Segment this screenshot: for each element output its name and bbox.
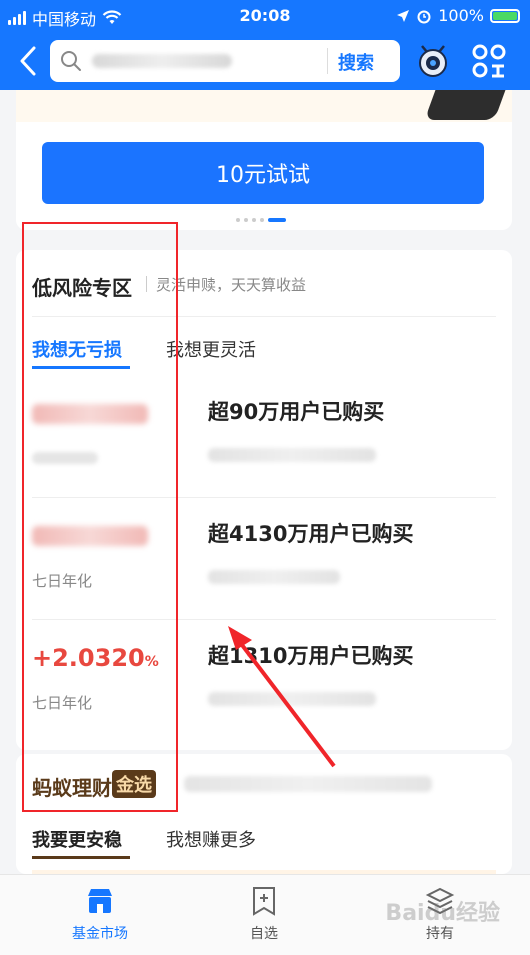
store-icon xyxy=(88,889,112,913)
annotation-red-arrow xyxy=(228,626,336,768)
tab-watchlist[interactable]: 自选 xyxy=(204,885,324,943)
tab-fund-market[interactable]: 基金市场 xyxy=(40,885,160,943)
tab-label: 自选 xyxy=(250,926,278,942)
watermark: Baidu经验 xyxy=(385,901,500,926)
tab-label: 基金市场 xyxy=(72,926,128,942)
bookmark-add-icon xyxy=(253,887,275,916)
bottom-tab-bar: 基金市场 自选 持有 Baidu经验 xyxy=(0,874,530,955)
